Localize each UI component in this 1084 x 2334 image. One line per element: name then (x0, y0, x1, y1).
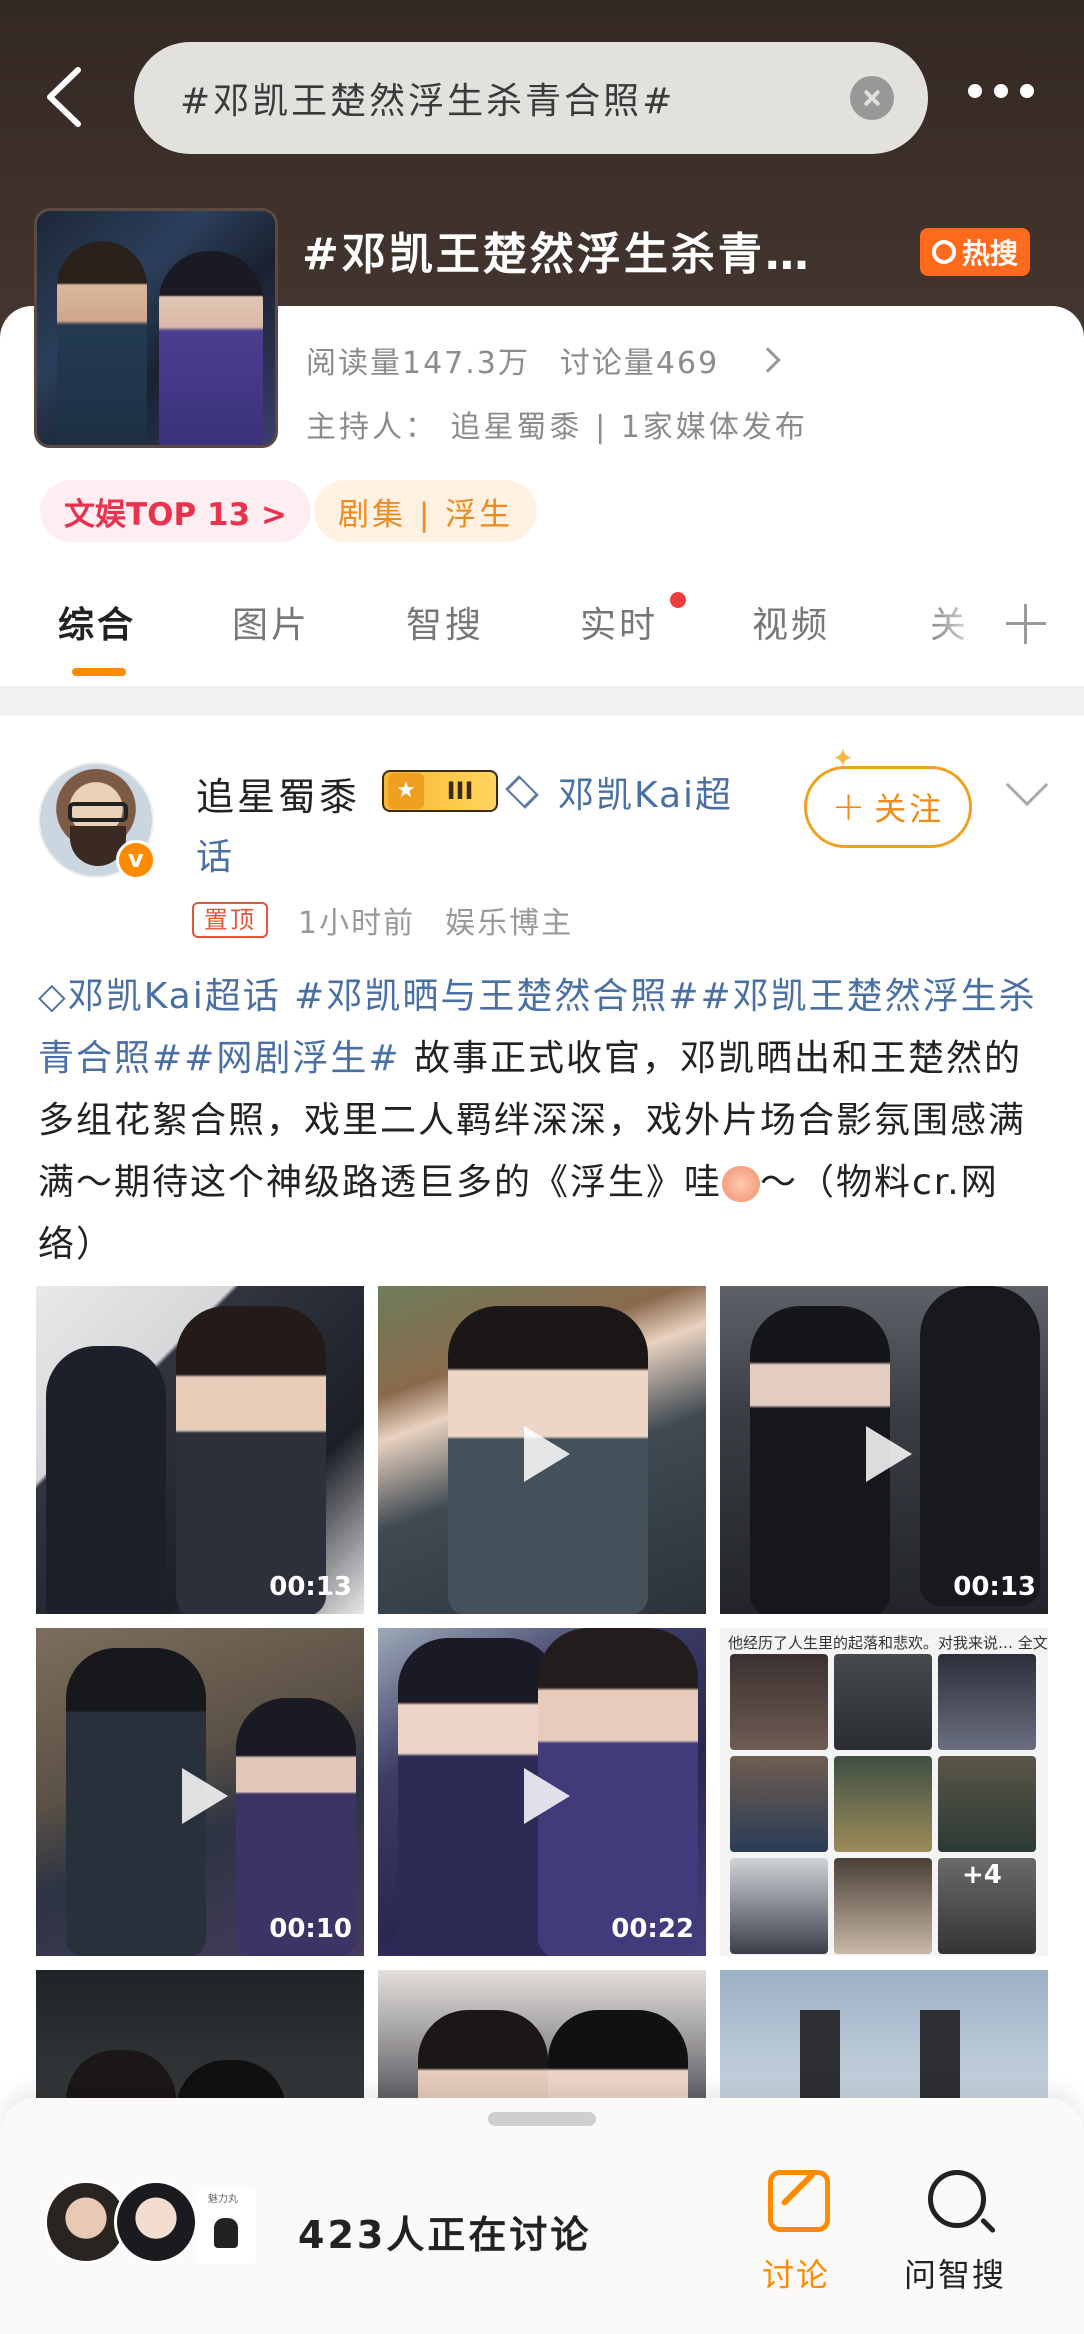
crown-icon: ★ (388, 773, 424, 809)
ask-smart-search-button[interactable]: 问智搜 (904, 2250, 1006, 2296)
chevron-down-icon[interactable] (1005, 763, 1049, 807)
compose-icon[interactable] (768, 2170, 830, 2232)
media-video[interactable]: 00:13 (36, 1286, 364, 1614)
more-icon[interactable] (968, 84, 1038, 110)
collage-photo (834, 1756, 932, 1852)
topic-title: #邓凯王楚然浮生杀青… (302, 229, 812, 280)
figure (176, 1306, 326, 1614)
collage-photo (730, 1654, 828, 1750)
add-tab-icon[interactable] (1006, 604, 1046, 644)
chevron-right-icon (755, 347, 781, 373)
cover-figure-right (159, 251, 263, 445)
search-query[interactable]: #邓凯王楚然浮生杀青合照# (180, 72, 675, 124)
video-duration: 00:13 (269, 1572, 352, 1602)
media-video[interactable]: 00:22 (378, 1628, 706, 1956)
tab-smart-search[interactable]: 智搜 (406, 596, 484, 648)
topic-cover-image[interactable] (34, 208, 278, 448)
post-time: 1小时前 (298, 906, 416, 941)
pinned-tag: 置顶 (192, 902, 268, 938)
cover-figure-left (57, 241, 147, 445)
post-text: ◇邓凯Kai超话 #邓凯晒与王楚然合照##邓凯王楚然浮生杀青合照##网剧浮生# … (38, 966, 1048, 1276)
participant-avatar[interactable] (114, 2180, 198, 2264)
smart-search-icon[interactable] (928, 2170, 986, 2228)
author-name[interactable]: 追星蜀黍 (196, 766, 360, 821)
host-info[interactable]: 主持人： 追星蜀黍 | 1家媒体发布 (306, 402, 808, 446)
super-topic-link-cont[interactable]: 话 (196, 828, 232, 880)
avatar-glasses (68, 802, 128, 822)
video-duration: 00:10 (269, 1914, 352, 1944)
tab-comprehensive[interactable]: 综合 (58, 596, 136, 648)
participant-label: 魅力丸 (208, 2194, 238, 2205)
tab-indicator (72, 668, 126, 676)
play-icon[interactable] (182, 1768, 228, 1824)
discuss-button[interactable]: 讨论 (762, 2250, 830, 2296)
tab-video[interactable]: 视频 (752, 596, 830, 648)
drama-chip[interactable]: 剧集 | 浮生 (314, 480, 538, 542)
diamond-icon (505, 775, 539, 809)
play-icon[interactable] (524, 1426, 570, 1482)
verified-badge-icon (116, 840, 156, 880)
media-video[interactable]: 00:13 (720, 1286, 1048, 1614)
topic-stats[interactable]: 阅读量147.3万 讨论量469 (306, 338, 781, 382)
follow-button[interactable]: + 关注 (804, 766, 972, 848)
discussion-bar: 魅力丸 423人正在讨论 讨论 问智搜 (0, 2098, 1084, 2334)
collage-photo (938, 1654, 1036, 1750)
collage-photo (730, 1858, 828, 1954)
member-level-badge[interactable]: ★ III (382, 770, 498, 812)
super-topic-link[interactable]: 邓凯Kai超 (558, 766, 733, 818)
post-meta: 1小时前 娱乐博主 (298, 898, 573, 942)
video-duration: 00:13 (953, 1572, 1036, 1602)
tab-fade (920, 590, 990, 670)
more-photos-count: +4 (962, 1860, 1002, 1890)
video-duration: 00:22 (611, 1914, 694, 1944)
hot-icon (931, 240, 956, 264)
media-video[interactable] (378, 1286, 706, 1614)
collage-photo (834, 1858, 932, 1954)
media-video[interactable]: 00:10 (36, 1628, 364, 1956)
new-dot (670, 592, 686, 608)
tab-realtime[interactable]: 实时 (580, 596, 658, 648)
section-divider (0, 686, 1084, 716)
media-collage[interactable]: 他经历了人生里的起落和悲欢。对我来说… 全文 +4 (720, 1628, 1048, 1956)
discussion-count-text[interactable]: 423人正在讨论 (298, 2204, 591, 2259)
entertainment-rank-chip[interactable]: 文娱TOP 13 > (40, 480, 311, 542)
play-icon[interactable] (866, 1426, 912, 1482)
read-count: 阅读量147.3万 (306, 346, 530, 381)
author-role: 娱乐博主 (445, 906, 574, 941)
clear-icon[interactable] (850, 76, 894, 120)
collage-photo (834, 1654, 932, 1750)
tab-images[interactable]: 图片 (232, 596, 310, 648)
discussion-count: 讨论量469 (559, 346, 720, 381)
figure (920, 1286, 1040, 1606)
collage-photo (938, 1756, 1036, 1852)
drag-handle[interactable] (488, 2112, 596, 2126)
plus-icon: + (831, 784, 869, 830)
hot-search-badge[interactable]: 热搜 (920, 228, 1030, 276)
play-icon[interactable] (524, 1768, 570, 1824)
figure (46, 1346, 166, 1614)
emoji-icon (722, 1166, 761, 1202)
collage-caption: 他经历了人生里的起落和悲欢。对我来说… 全文 (728, 1634, 1048, 1652)
collage-photo (730, 1756, 828, 1852)
back-arrow-icon[interactable] (40, 62, 90, 132)
search-bar[interactable]: #邓凯王楚然浮生杀青合照# (134, 42, 928, 154)
